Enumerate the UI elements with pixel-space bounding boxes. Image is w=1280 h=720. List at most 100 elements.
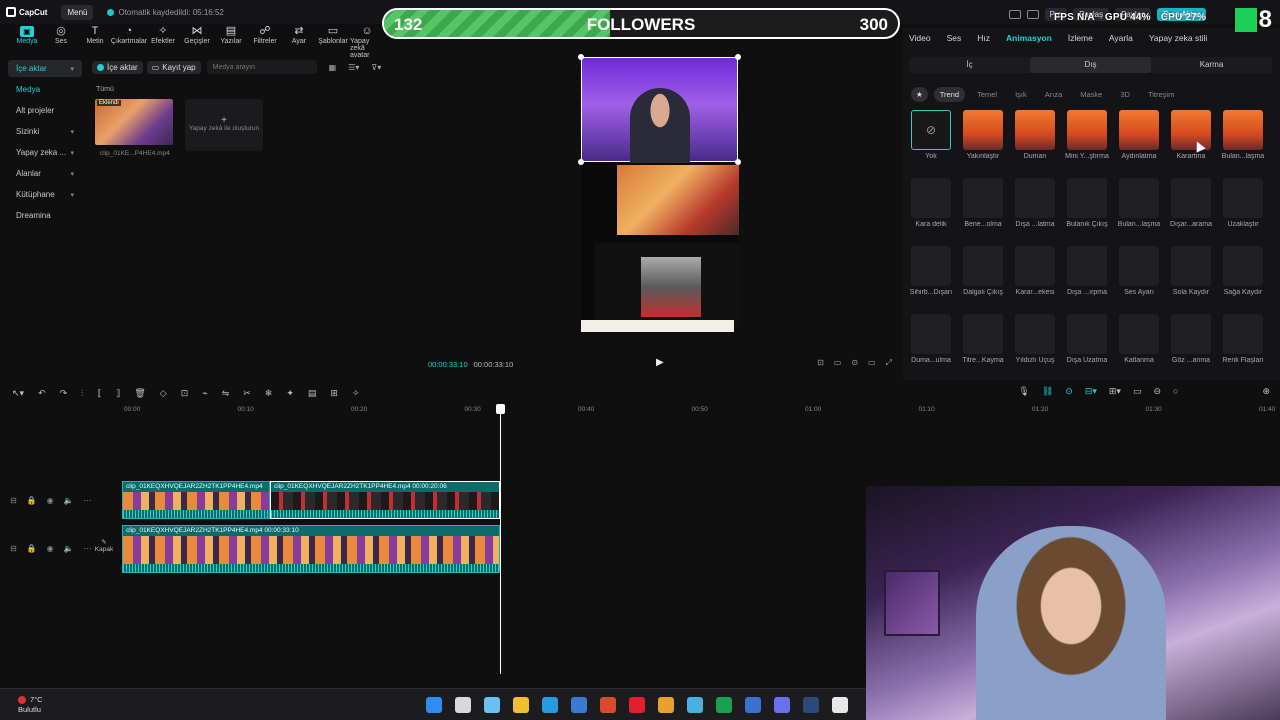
sort-icon[interactable]: ☰▾: [348, 63, 359, 72]
animation-item[interactable]: Katlanma: [1118, 314, 1160, 364]
sidebar-item-6[interactable]: Kütüphane ▾: [8, 186, 82, 203]
track-toggle-icon[interactable]: ⊟: [10, 496, 17, 505]
keyboard-icon[interactable]: [1026, 9, 1039, 19]
office-icon[interactable]: [600, 697, 616, 713]
category-chip-3[interactable]: Arıza: [1039, 87, 1069, 102]
link-icon[interactable]: ⛓: [1042, 386, 1053, 397]
tool-tab-10[interactable]: ☺ Yapay zekâ avatar: [350, 24, 384, 59]
animation-item[interactable]: Uzaklaştır: [1222, 178, 1264, 228]
volume-icon[interactable]: 🔈: [64, 544, 74, 553]
eye-icon[interactable]: ◉: [47, 544, 54, 553]
timeline-clip-selected[interactable]: clip_01KEQXHVQEJAR2ZH2TK1PP4HE4.mp4 00:0…: [270, 481, 500, 519]
store-icon[interactable]: [745, 697, 761, 713]
sidebar-item-2[interactable]: Alt projeler: [8, 102, 82, 119]
split-left-icon[interactable]: ⟦: [97, 388, 101, 399]
sidebar-item-0[interactable]: İçe aktar ▾: [8, 60, 82, 77]
sidebar-item-5[interactable]: Alanlar ▾: [8, 165, 82, 182]
playhead-handle[interactable]: [496, 404, 505, 414]
caption-icon[interactable]: ▤: [308, 388, 317, 399]
resize-tool-icon[interactable]: ⊞: [330, 388, 338, 399]
timeline-clip[interactable]: clip_01KEQXHVQEJAR2ZH2TK1PP4HE4.mp4: [122, 481, 270, 519]
animation-item[interactable]: Duma...ulma: [910, 314, 952, 364]
category-chip-6[interactable]: Titreşim: [1142, 87, 1180, 102]
delete-icon[interactable]: 🗑: [134, 388, 145, 399]
animation-item[interactable]: Duman: [1014, 110, 1056, 160]
animation-item[interactable]: ⊘ Yok: [910, 110, 952, 160]
tool-tab-3[interactable]: ◔ Çıkartmalar: [111, 24, 147, 45]
speed-icon[interactable]: ⌁: [202, 388, 207, 399]
tool-tab-8[interactable]: ⇄ Ayar: [282, 24, 316, 45]
split-screen-icon[interactable]: ⊞▾: [1109, 386, 1121, 397]
inspector-tab-0[interactable]: Video: [909, 33, 931, 43]
inspector-tab-6[interactable]: Yapay zeka stili: [1149, 33, 1207, 43]
resize-handle[interactable]: [578, 54, 584, 60]
category-chip-0[interactable]: Trend: [933, 87, 966, 102]
effects-tool-icon[interactable]: ✧: [352, 388, 360, 399]
edge-icon[interactable]: [542, 697, 558, 713]
animation-item[interactable]: Dışa Uzatma: [1066, 314, 1108, 364]
timeline-ruler[interactable]: 00:00 00:10 00:20 00:30 00:40 00:50 01:00 01:10…: [90, 404, 1280, 416]
snap-icon[interactable]: ⊙: [1065, 386, 1073, 397]
ai-cut-icon[interactable]: ✂: [243, 388, 251, 399]
animation-item[interactable]: Göz ...anma: [1170, 314, 1212, 364]
play-button[interactable]: ▶: [656, 357, 664, 368]
animation-item[interactable]: Bulan...laşma: [1118, 178, 1160, 228]
snipping-icon[interactable]: [687, 697, 703, 713]
ai-generate-tile[interactable]: + Yapay zekâ ile oluşturun: [185, 99, 263, 151]
magic-icon[interactable]: ✦: [286, 388, 294, 399]
folder-icon[interactable]: [513, 697, 529, 713]
animation-item[interactable]: Yakınlaştır: [962, 110, 1004, 160]
playhead[interactable]: [496, 404, 505, 674]
preview-canvas[interactable]: [578, 54, 741, 332]
select-tool-icon[interactable]: ↖▾: [12, 388, 24, 399]
tool-tab-2[interactable]: T Metin: [78, 24, 112, 45]
inspector-tab-4[interactable]: İzleme: [1068, 33, 1093, 43]
webcam-layer[interactable]: [581, 57, 738, 163]
lock-icon[interactable]: 🔒: [27, 544, 37, 553]
animation-item[interactable]: Yıldızlı Uçuş: [1014, 314, 1056, 364]
animation-type-1[interactable]: Dış: [1030, 57, 1151, 73]
animation-item[interactable]: Ses Ayarı: [1118, 246, 1160, 296]
animation-item[interactable]: Karar...ekesi: [1014, 246, 1056, 296]
media-thumbnail[interactable]: Eklendi: [95, 99, 173, 145]
main-track-clip[interactable]: clip_01KEQXHVQEJAR2ZH2TK1PP4HE4.mp4 00:0…: [122, 525, 500, 573]
resize-handle[interactable]: [578, 159, 584, 165]
category-chip-1[interactable]: Temel: [971, 87, 1003, 102]
windows-start-icon[interactable]: [426, 697, 442, 713]
zoom-fit-icon[interactable]: ⊕: [1262, 386, 1270, 397]
xbox-icon[interactable]: [716, 697, 732, 713]
filter-icon[interactable]: ⊽▾: [371, 63, 381, 72]
inspector-tab-3[interactable]: Animasyon: [1006, 33, 1052, 43]
animation-item[interactable]: Sola Kaydır: [1170, 246, 1212, 296]
tool-tab-5[interactable]: ⋈ Geçişler: [180, 24, 214, 45]
record-button[interactable]: ▭ Kayıt yap: [146, 60, 201, 74]
redo-icon[interactable]: ↷: [60, 388, 68, 399]
animation-item[interactable]: Dışa ...latma: [1014, 178, 1056, 228]
category-chip-4[interactable]: Maske: [1074, 87, 1108, 102]
grid-view-icon[interactable]: ▦: [329, 63, 337, 72]
animation-type-2[interactable]: Karma: [1151, 57, 1272, 73]
inspector-tab-2[interactable]: Hız: [977, 33, 990, 43]
animation-item[interactable]: Bene...olma: [962, 178, 1004, 228]
split-right-icon[interactable]: ⟧: [116, 388, 120, 399]
cover-button[interactable]: ✎ Kapak: [92, 538, 116, 553]
tool-tab-9[interactable]: ▭ Şablonlar: [316, 24, 350, 45]
weather-widget[interactable]: 7°C Bulutlu: [18, 695, 43, 715]
preview-axis-icon[interactable]: ⊟▾: [1085, 386, 1097, 397]
layout-icon[interactable]: [1008, 9, 1021, 19]
menu-button[interactable]: Menü: [61, 4, 94, 20]
opera-icon[interactable]: [629, 697, 645, 713]
mark-icon[interactable]: ◇: [160, 388, 167, 399]
animation-item[interactable]: Dışar...arama: [1170, 178, 1212, 228]
favorites-icon[interactable]: ★: [911, 87, 928, 102]
resize-handle[interactable]: [735, 54, 741, 60]
zoom-slider[interactable]: ○: [1173, 386, 1178, 397]
chrome-icon[interactable]: [658, 697, 674, 713]
animation-item[interactable]: Sağa Kaydır: [1222, 246, 1264, 296]
category-chip-2[interactable]: Işık: [1009, 87, 1033, 102]
animation-item[interactable]: Kara delik: [910, 178, 952, 228]
animation-item[interactable]: Sihirb...Dışarı: [910, 246, 952, 296]
crop-icon[interactable]: ⊡: [817, 358, 824, 368]
sidebar-item-1[interactable]: Medya: [8, 81, 82, 98]
lock-icon[interactable]: 🔒: [27, 496, 37, 505]
